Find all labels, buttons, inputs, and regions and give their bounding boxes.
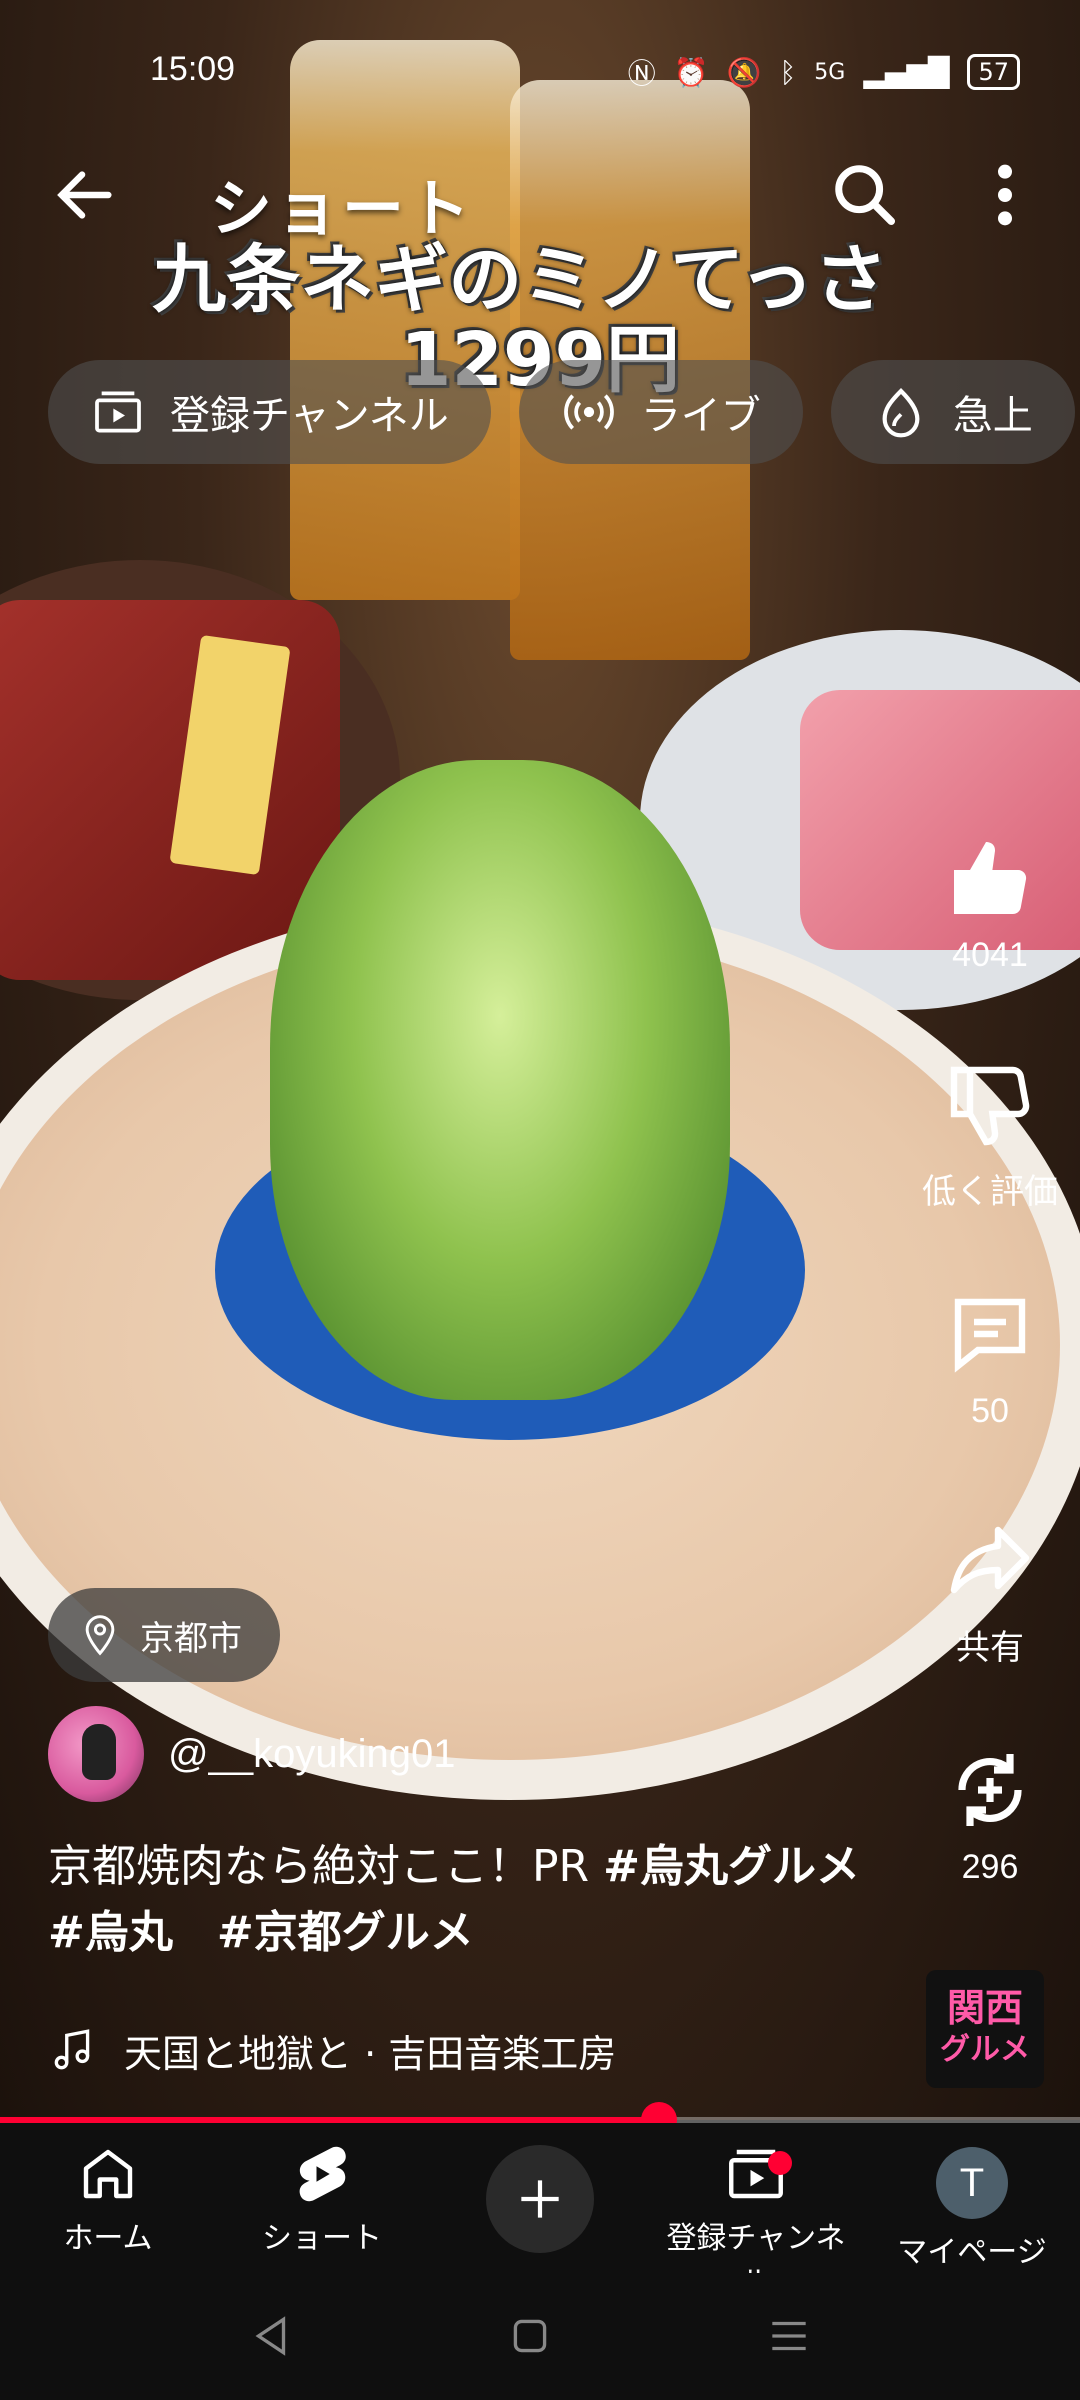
- comment-count: 50: [971, 1392, 1009, 1430]
- green-onion-pile: [270, 760, 730, 1400]
- system-home-icon[interactable]: [505, 2311, 555, 2361]
- dislike-button[interactable]: 低く評価: [920, 1058, 1060, 1213]
- subscriptions-icon: [95, 391, 141, 433]
- chip-label: 急上: [952, 393, 1033, 439]
- notification-dot: [768, 2151, 792, 2175]
- remix-button[interactable]: 296: [920, 1742, 1060, 1887]
- trending-icon: [882, 388, 920, 438]
- system-back-icon[interactable]: [246, 2311, 296, 2361]
- channel-handle[interactable]: @__koyuking01: [168, 1732, 455, 1777]
- like-button[interactable]: 4041: [920, 830, 1060, 975]
- status-bar: 15:09 Ⓝ ⏰ 🔕 ᛒ 5G ▂▄▆█ 57: [0, 40, 1080, 110]
- nav-mypage[interactable]: T マイページ: [872, 2141, 1072, 2271]
- bluetooth-icon: ᛒ: [779, 55, 797, 89]
- account-avatar: T: [936, 2147, 1008, 2219]
- chip-label: ライブ: [640, 393, 761, 439]
- badge-line2: グルメ: [940, 2032, 1030, 2067]
- battery-icon: 57: [967, 54, 1020, 90]
- description-text: 京都焼肉なら絶対ここ！PR: [48, 1841, 604, 1892]
- chip-label: 登録チャンネル: [170, 393, 449, 439]
- system-navigation: [0, 2273, 1080, 2400]
- live-icon: [564, 394, 614, 430]
- sound-thumbnail[interactable]: 関西 グルメ: [926, 1970, 1044, 2088]
- comment-button[interactable]: 50: [920, 1286, 1060, 1431]
- thumbs-up-icon: [954, 842, 1027, 915]
- music-info[interactable]: 天国と地獄と · 吉田音楽工房: [48, 2020, 616, 2080]
- home-icon: [83, 2149, 133, 2199]
- system-recents-icon[interactable]: [764, 2311, 814, 2361]
- like-count: 4041: [952, 936, 1028, 974]
- bottom-navigation: ホーム ショート 登録チャンネル T マイページ: [0, 2123, 1080, 2300]
- location-label: 京都市: [140, 1618, 242, 1659]
- share-label: 共有: [956, 1629, 1024, 1667]
- mute-icon: 🔕: [726, 55, 762, 89]
- signal-icon: ▂▄▆█: [863, 55, 950, 89]
- share-icon: [950, 1526, 1030, 1594]
- chip-trending[interactable]: 急上: [830, 360, 1075, 464]
- dislike-label: 低く評価: [922, 1173, 1058, 1211]
- nav-home[interactable]: ホーム: [8, 2141, 208, 2257]
- channel-avatar[interactable]: [48, 1706, 144, 1802]
- location-chip[interactable]: 京都市: [48, 1588, 280, 1682]
- create-button[interactable]: [486, 2145, 594, 2253]
- remix-count: 296: [961, 1848, 1019, 1886]
- music-note-icon: [54, 2029, 90, 2070]
- share-button[interactable]: 共有: [920, 1514, 1060, 1669]
- alarm-icon: ⏰: [673, 55, 709, 89]
- badge-line1: 関西: [946, 1986, 1023, 2030]
- plus-icon: [521, 2180, 559, 2218]
- video-description[interactable]: 京都焼肉なら絶対ここ！PR #烏丸グルメ#烏丸 #京都グルメ: [48, 1834, 888, 1966]
- network-type: 5G: [814, 59, 846, 85]
- chip-live[interactable]: ライブ: [518, 360, 803, 464]
- chip-subscriptions[interactable]: 登録チャンネル: [48, 360, 491, 464]
- status-time: 15:09: [150, 50, 236, 88]
- nfc-icon: Ⓝ: [627, 57, 656, 90]
- comment-icon: [954, 1298, 1026, 1373]
- shorts-icon: [299, 2146, 346, 2202]
- nav-mypage-label: マイページ: [897, 2235, 1047, 2270]
- feed-chips: 登録チャンネル ライブ 急上: [48, 360, 1075, 464]
- location-pin-icon: [85, 1615, 115, 1656]
- status-icons: Ⓝ ⏰ 🔕 ᛒ 5G ▂▄▆█ 57: [628, 52, 1020, 92]
- nav-shorts[interactable]: ショート: [222, 2141, 422, 2257]
- nav-home-label: ホーム: [63, 2221, 153, 2256]
- music-track: 天国と地獄と · 吉田音楽工房: [124, 2031, 617, 2076]
- thumbs-down-icon: [950, 1066, 1030, 1146]
- nav-shorts-label: ショート: [262, 2221, 382, 2256]
- channel-info[interactable]: @__koyuking01: [48, 1706, 455, 1802]
- remix-icon: [958, 1754, 1022, 1826]
